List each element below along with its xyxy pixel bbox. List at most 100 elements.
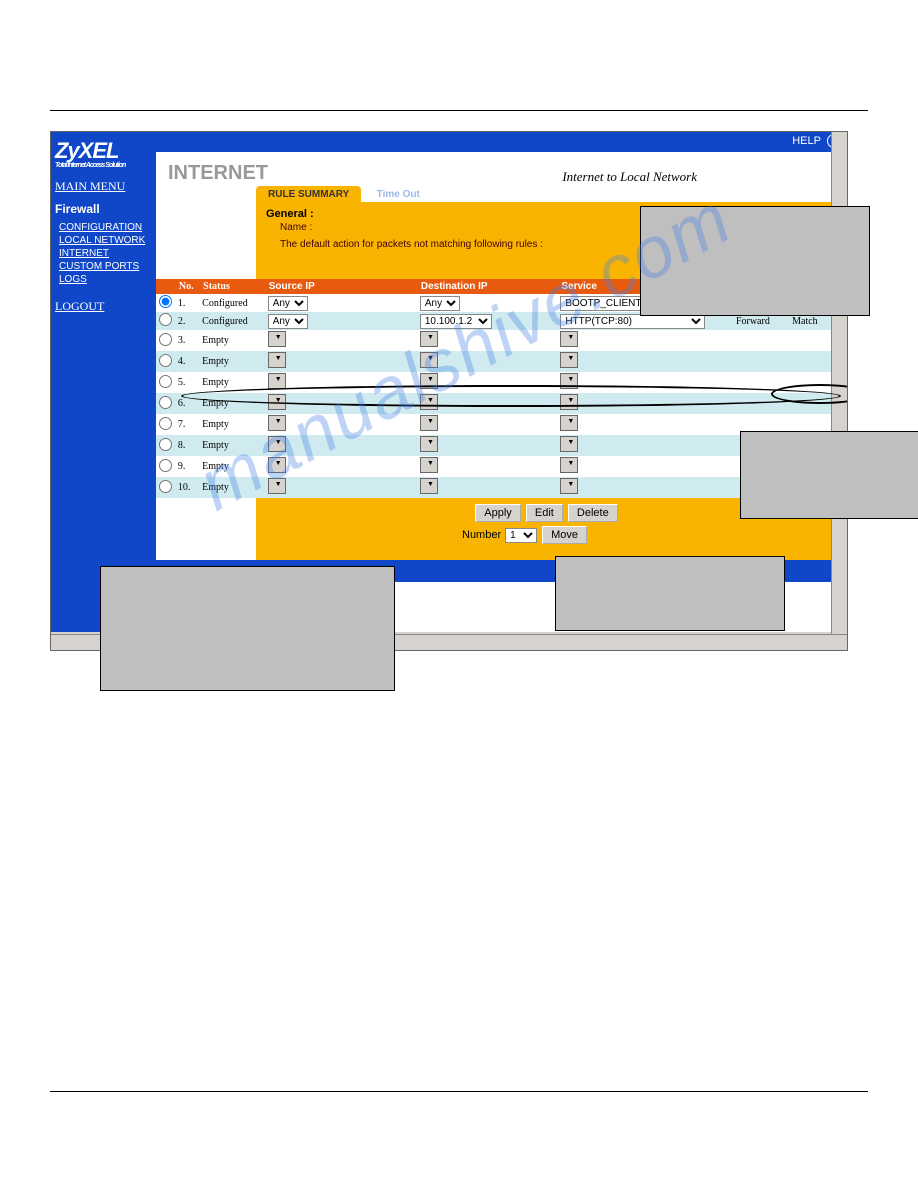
source-ip-select[interactable] — [268, 436, 286, 452]
th-no: No. — [176, 279, 200, 294]
table-row: 4.Empty — [156, 351, 837, 372]
source-ip-select[interactable] — [268, 373, 286, 389]
help-bar: HELP ? — [156, 132, 847, 152]
row-radio[interactable] — [159, 459, 172, 472]
row-radio[interactable] — [159, 480, 172, 493]
row-no: 10. — [176, 477, 200, 498]
row-status: Configured — [200, 294, 266, 312]
source-ip-select[interactable] — [268, 352, 286, 368]
sidebar-item-local-network[interactable]: LOCAL NETWORK — [59, 235, 152, 246]
row-status: Empty — [200, 351, 266, 372]
logo: ZyXEL Total Internet Access Solution — [55, 138, 152, 169]
row-radio[interactable] — [159, 354, 172, 367]
sidebar-item-custom-ports[interactable]: CUSTOM PORTS — [59, 261, 152, 272]
destination-ip-select[interactable] — [420, 415, 438, 431]
source-ip-select[interactable]: Any — [268, 314, 308, 329]
main-menu-link[interactable]: MAIN MENU — [55, 179, 152, 194]
row-action — [734, 372, 790, 393]
row-radio[interactable] — [159, 417, 172, 430]
destination-ip-select[interactable] — [420, 436, 438, 452]
row-no: 6. — [176, 393, 200, 414]
callout-bottom-left — [100, 566, 395, 691]
destination-ip-select[interactable] — [420, 331, 438, 347]
row-no: 5. — [176, 372, 200, 393]
move-button[interactable]: Move — [542, 526, 587, 544]
tab-rule-summary[interactable]: RULE SUMMARY — [256, 186, 361, 203]
row-status: Empty — [200, 456, 266, 477]
sidebar: ZyXEL Total Internet Access Solution MAI… — [51, 132, 156, 632]
row-status: Configured — [200, 312, 266, 330]
row-log — [790, 393, 837, 414]
th-status: Status — [200, 279, 266, 294]
row-status: Empty — [200, 372, 266, 393]
tab-bar: RULE SUMMARY Time Out — [256, 185, 847, 202]
table-row: 3.Empty — [156, 330, 837, 351]
row-no: 4. — [176, 351, 200, 372]
logout-link[interactable]: LOGOUT — [55, 299, 152, 314]
table-row: 8.Empty — [156, 435, 837, 456]
service-select[interactable] — [560, 478, 578, 494]
sidebar-item-configuration[interactable]: CONFIGURATION — [59, 222, 152, 233]
sidebar-item-logs[interactable]: LOGS — [59, 274, 152, 285]
row-action — [734, 330, 790, 351]
row-radio[interactable] — [159, 295, 172, 308]
source-ip-select[interactable]: Any — [268, 296, 308, 311]
destination-ip-select[interactable] — [420, 352, 438, 368]
source-ip-select[interactable] — [268, 331, 286, 347]
row-status: Empty — [200, 330, 266, 351]
destination-ip-select[interactable] — [420, 394, 438, 410]
edit-button[interactable]: Edit — [526, 504, 563, 522]
row-no: 1. — [176, 294, 200, 312]
row-radio[interactable] — [159, 313, 172, 326]
callout-right — [740, 431, 918, 519]
row-status: Empty — [200, 414, 266, 435]
row-radio[interactable] — [159, 396, 172, 409]
top-rule — [50, 110, 868, 111]
row-radio[interactable] — [159, 333, 172, 346]
service-select[interactable] — [560, 331, 578, 347]
source-ip-select[interactable] — [268, 394, 286, 410]
apply-button[interactable]: Apply — [475, 504, 521, 522]
destination-ip-select[interactable] — [420, 478, 438, 494]
row-radio[interactable] — [159, 438, 172, 451]
service-select[interactable] — [560, 373, 578, 389]
table-row: 7.Empty — [156, 414, 837, 435]
tab-time-out[interactable]: Time Out — [365, 186, 432, 203]
destination-ip-select[interactable]: Any — [420, 296, 460, 311]
source-ip-select[interactable] — [268, 415, 286, 431]
row-no: 9. — [176, 456, 200, 477]
name-label: Name : — [280, 222, 312, 233]
service-select[interactable] — [560, 352, 578, 368]
service-select[interactable] — [560, 415, 578, 431]
row-status: Empty — [200, 435, 266, 456]
bottom-rule — [50, 1091, 868, 1092]
service-select[interactable] — [560, 436, 578, 452]
move-number-label: Number — [462, 529, 501, 541]
row-no: 8. — [176, 435, 200, 456]
th-destination: Destination IP — [418, 279, 558, 294]
destination-ip-select[interactable]: 10.100.1.2 — [420, 314, 492, 329]
delete-button[interactable]: Delete — [568, 504, 618, 522]
move-number-select[interactable]: 1 — [505, 528, 537, 543]
source-ip-select[interactable] — [268, 457, 286, 473]
table-row: 5.Empty — [156, 372, 837, 393]
callout-top-right — [640, 206, 870, 316]
sidebar-item-internet[interactable]: INTERNET — [59, 248, 152, 259]
row-status: Empty — [200, 477, 266, 498]
row-log — [790, 372, 837, 393]
service-select[interactable] — [560, 457, 578, 473]
row-action — [734, 351, 790, 372]
help-label[interactable]: HELP — [792, 135, 821, 147]
table-row: 6.Empty — [156, 393, 837, 414]
row-radio[interactable] — [159, 375, 172, 388]
th-source: Source IP — [266, 279, 418, 294]
default-action-label: The default action for packets not match… — [280, 239, 543, 250]
row-no: 3. — [176, 330, 200, 351]
sidebar-heading-firewall: Firewall — [55, 202, 152, 216]
table-row: 9.Empty — [156, 456, 837, 477]
source-ip-select[interactable] — [268, 478, 286, 494]
destination-ip-select[interactable] — [420, 457, 438, 473]
destination-ip-select[interactable] — [420, 373, 438, 389]
service-select[interactable] — [560, 394, 578, 410]
table-row: 10.Empty — [156, 477, 837, 498]
